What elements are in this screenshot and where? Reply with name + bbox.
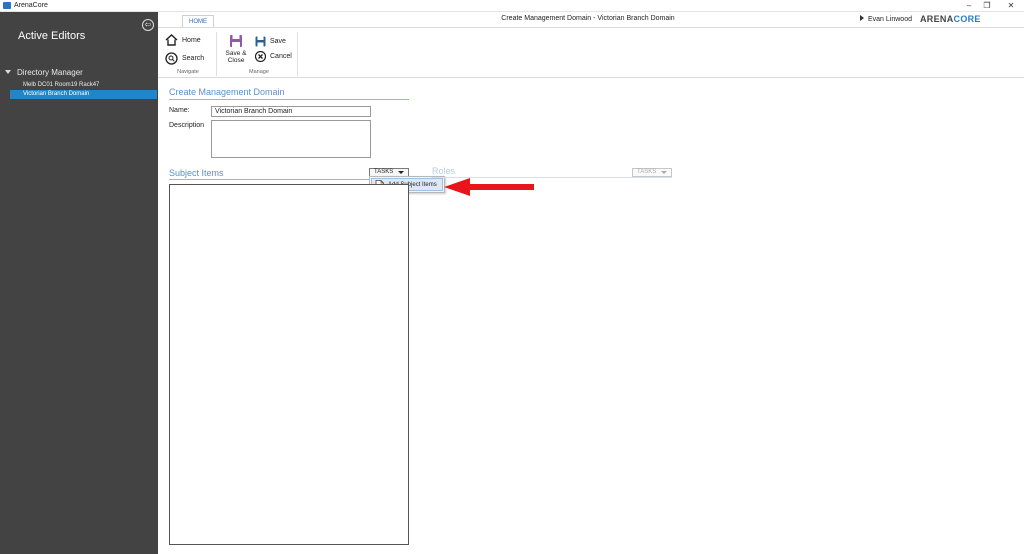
save-close-icon [230, 35, 242, 47]
cancel-label: Cancel [270, 53, 292, 60]
home-label: Home [182, 36, 201, 44]
close-button[interactable]: ✕ [1004, 1, 1018, 11]
search-label: Search [182, 55, 205, 62]
chevron-down-icon [398, 171, 404, 174]
tasks-label: TASKS [637, 169, 657, 175]
sidebar-item-victorian-branch-domain[interactable]: Victorian Branch Domain [10, 90, 157, 99]
user-expand-icon [860, 15, 864, 21]
save-close-label-line2: Close [227, 57, 245, 64]
roles-tasks-dropdown[interactable]: TASKS [632, 168, 672, 177]
collapse-sidebar-icon[interactable]: ⇦ [142, 19, 154, 31]
red-arrow-annotation [444, 178, 534, 196]
description-input[interactable] [211, 120, 371, 158]
form-heading: Create Management Domain [169, 87, 285, 97]
save-icon [255, 36, 266, 47]
user-menu[interactable]: Evan Linwood [860, 15, 912, 23]
ribbon-separator [297, 32, 298, 76]
name-input[interactable]: Victorian Branch Domain [211, 106, 371, 117]
cancel-button[interactable]: Cancel [255, 51, 292, 62]
manage-group-label: Manage [249, 69, 269, 75]
navigate-group-label: Navigate [177, 69, 199, 75]
save-close-button[interactable]: Save & Close [222, 34, 250, 64]
chevron-down-icon [661, 171, 667, 174]
home-button[interactable]: Home [165, 34, 201, 46]
user-name: Evan Linwood [868, 16, 912, 23]
save-button[interactable]: Save [255, 36, 286, 47]
cancel-icon [255, 51, 266, 62]
ribbon-separator [216, 32, 217, 76]
name-label: Name: [169, 107, 190, 114]
search-button[interactable]: Search [165, 52, 204, 65]
app-title: ArenaCore [14, 2, 48, 9]
subject-items-list[interactable] [169, 184, 409, 545]
minimize-button[interactable]: – [962, 1, 976, 11]
app-icon [3, 2, 11, 9]
home-icon [165, 34, 178, 46]
sidebar: ⇦ Active Editors Directory Manager Melb … [0, 12, 158, 554]
tasks-label: TASKS [374, 169, 394, 175]
subject-items-heading: Subject Items [169, 168, 224, 178]
sidebar-group-directory-manager[interactable]: Directory Manager [5, 68, 83, 77]
window-title: Create Management Domain - Victorian Bra… [501, 15, 675, 22]
brand-logo: ARENACORE [920, 14, 981, 24]
sidebar-title: Active Editors [18, 30, 86, 42]
save-close-label-line1: Save & [225, 50, 247, 57]
editor-content: Create Management Domain Name: Victorian… [158, 78, 1024, 554]
save-label: Save [270, 38, 286, 45]
ribbon: HOME Create Management Domain - Victoria… [158, 12, 1024, 78]
restore-button[interactable]: ❐ [980, 1, 994, 11]
roles-heading: Roles [432, 166, 456, 176]
heading-underline [169, 99, 409, 100]
tab-divider [158, 27, 1024, 28]
title-bar: ArenaCore – ❐ ✕ [0, 0, 1024, 12]
description-label: Description [169, 122, 205, 129]
sidebar-group-label: Directory Manager [17, 68, 83, 77]
sidebar-item-melb-dc01[interactable]: Melb DC01 Room19 Rack47 [10, 81, 157, 90]
expand-triangle-icon[interactable] [5, 70, 11, 74]
search-icon [165, 52, 178, 65]
